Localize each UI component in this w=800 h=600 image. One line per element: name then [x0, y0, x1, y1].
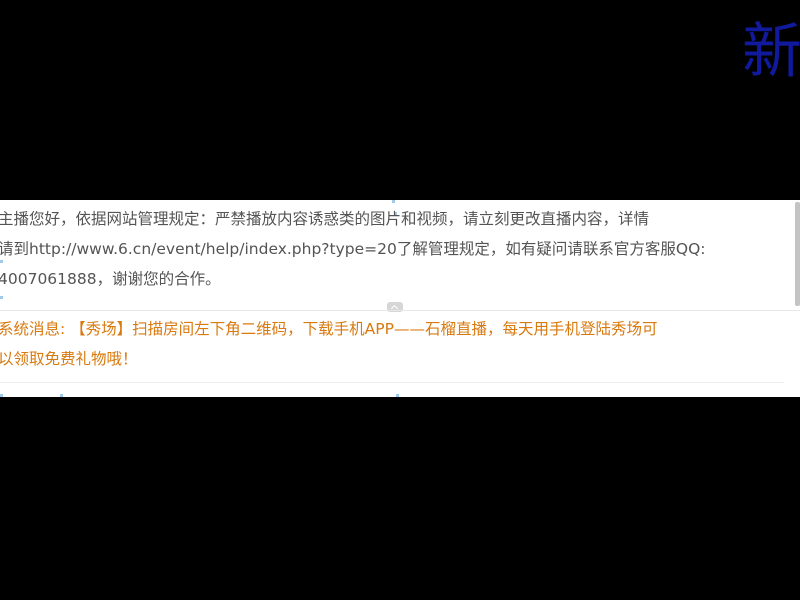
divider — [0, 382, 784, 383]
corner-character: 新 — [742, 17, 800, 87]
divider — [0, 310, 800, 311]
system-message-line: 系统消息: 【秀场】扫描房间左下角二维码，下载手机APP——石榴直播，每天用手机… — [0, 320, 658, 338]
accent-dot — [392, 200, 395, 203]
accent-dot — [0, 394, 3, 397]
accent-dot — [0, 296, 3, 299]
notice-line: 请到http://www.6.cn/event/help/index.php?t… — [0, 240, 706, 258]
accent-dot — [60, 394, 63, 397]
system-message-line: 以领取免费礼物哦！ — [0, 350, 138, 368]
notice-line: 主播您好，依据网站管理规定：严禁播放内容诱惑类的图片和视频，请立刻更改直播内容，… — [0, 210, 650, 228]
scrollbar-thumb[interactable] — [795, 202, 800, 306]
moderation-notice: 主播您好，依据网站管理规定：严禁播放内容诱惑类的图片和视频，请立刻更改直播内容，… — [0, 204, 788, 294]
notice-line: 4007061888，谢谢您的合作。 — [0, 270, 221, 288]
screen: 新 主播您好，依据网站管理规定：严禁播放内容诱惑类的图片和视频，请立刻更改直播内… — [0, 0, 800, 600]
chat-panel: 主播您好，依据网站管理规定：严禁播放内容诱惑类的图片和视频，请立刻更改直播内容，… — [0, 200, 800, 397]
accent-dot — [396, 394, 399, 397]
system-message: 系统消息: 【秀场】扫描房间左下角二维码，下载手机APP——石榴直播，每天用手机… — [0, 314, 790, 374]
